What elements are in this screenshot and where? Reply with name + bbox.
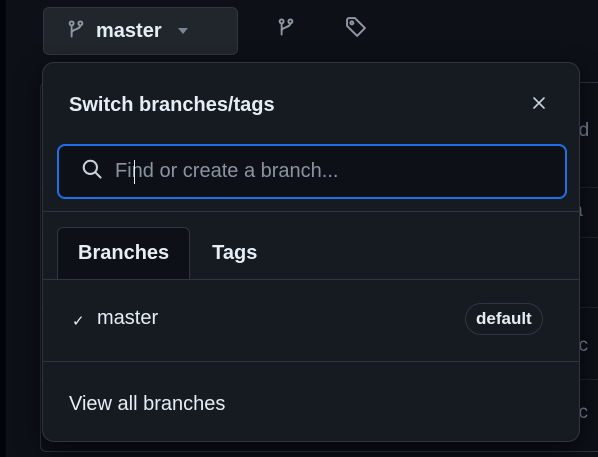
page: nd ia d t c t c master — [0, 0, 598, 457]
branch-name: master — [97, 307, 159, 329]
view-all-branches-link[interactable]: View all branches — [69, 393, 225, 416]
branch-search-input[interactable] — [113, 159, 517, 184]
search-icon — [81, 158, 103, 185]
popover-title: Switch branches/tags — [69, 94, 275, 116]
divider — [43, 361, 579, 362]
current-branch-label: master — [96, 19, 162, 42]
branch-switcher-popover: Switch branches/tags Branches Tags — [42, 62, 580, 442]
close-button[interactable] — [525, 91, 553, 119]
tab-tags[interactable]: Tags — [190, 227, 279, 280]
left-edge — [0, 0, 6, 457]
branches-link[interactable] — [272, 15, 300, 43]
default-branch-badge: default — [465, 303, 543, 335]
check-icon: ✓ — [72, 313, 85, 330]
triangle-down-icon — [177, 28, 188, 34]
tags-link[interactable] — [342, 15, 370, 43]
git-branch-icon — [276, 16, 296, 43]
x-icon — [531, 95, 547, 116]
branch-search-box[interactable] — [57, 144, 567, 199]
branch-selector-button[interactable]: master — [43, 7, 238, 55]
divider — [43, 211, 579, 212]
tag-icon — [345, 16, 367, 43]
branch-tag-tabs: Branches Tags — [57, 227, 279, 280]
text-cursor — [134, 160, 135, 184]
git-branch-icon — [66, 18, 86, 45]
branch-list-item[interactable]: ✓ master default — [43, 279, 579, 361]
tab-branches[interactable]: Branches — [57, 227, 191, 280]
